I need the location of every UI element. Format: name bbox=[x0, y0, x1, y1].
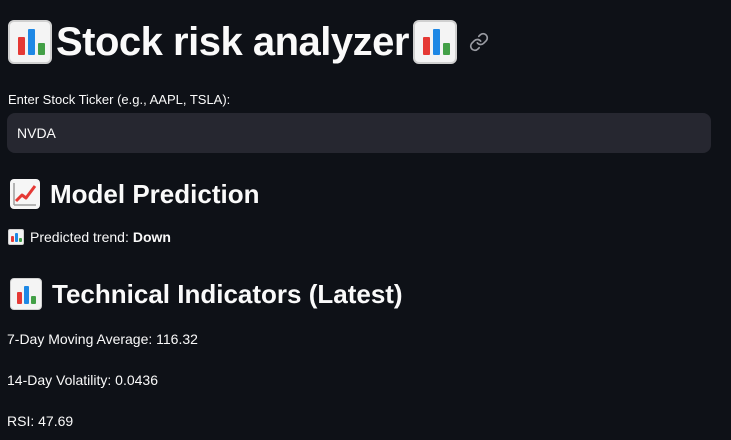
volatility-value: 14-Day Volatility: 0.0436 bbox=[7, 372, 158, 388]
predicted-trend-value: Down bbox=[132, 229, 171, 245]
app-page: Stock risk analyzer Enter Stock Ticker (… bbox=[0, 0, 731, 440]
predicted-trend-label: Predicted trend: bbox=[30, 229, 129, 245]
technical-indicators-heading: Technical Indicators (Latest) bbox=[10, 276, 403, 312]
bar-chart-icon bbox=[8, 20, 52, 64]
rsi-value: RSI: 47.69 bbox=[7, 413, 74, 429]
model-prediction-heading-text: Model Prediction bbox=[50, 178, 260, 209]
moving-average-value: 7-Day Moving Average: 116.32 bbox=[7, 331, 198, 347]
bar-chart-icon bbox=[412, 20, 457, 64]
link-icon[interactable] bbox=[469, 32, 489, 52]
technical-indicators-heading-text: Technical Indicators (Latest) bbox=[52, 278, 403, 309]
ticker-input-label: Enter Stock Ticker (e.g., AAPL, TSLA): bbox=[8, 92, 231, 107]
predicted-trend: Predicted trend: Down bbox=[8, 229, 171, 245]
title-row: Stock risk analyzer bbox=[8, 14, 489, 70]
chart-increasing-icon bbox=[10, 179, 40, 209]
model-prediction-heading: Model Prediction bbox=[10, 176, 259, 212]
ticker-input[interactable] bbox=[7, 113, 711, 153]
bar-chart-icon bbox=[10, 278, 42, 310]
bar-chart-icon bbox=[8, 229, 24, 245]
page-title: Stock risk analyzer bbox=[56, 19, 409, 64]
